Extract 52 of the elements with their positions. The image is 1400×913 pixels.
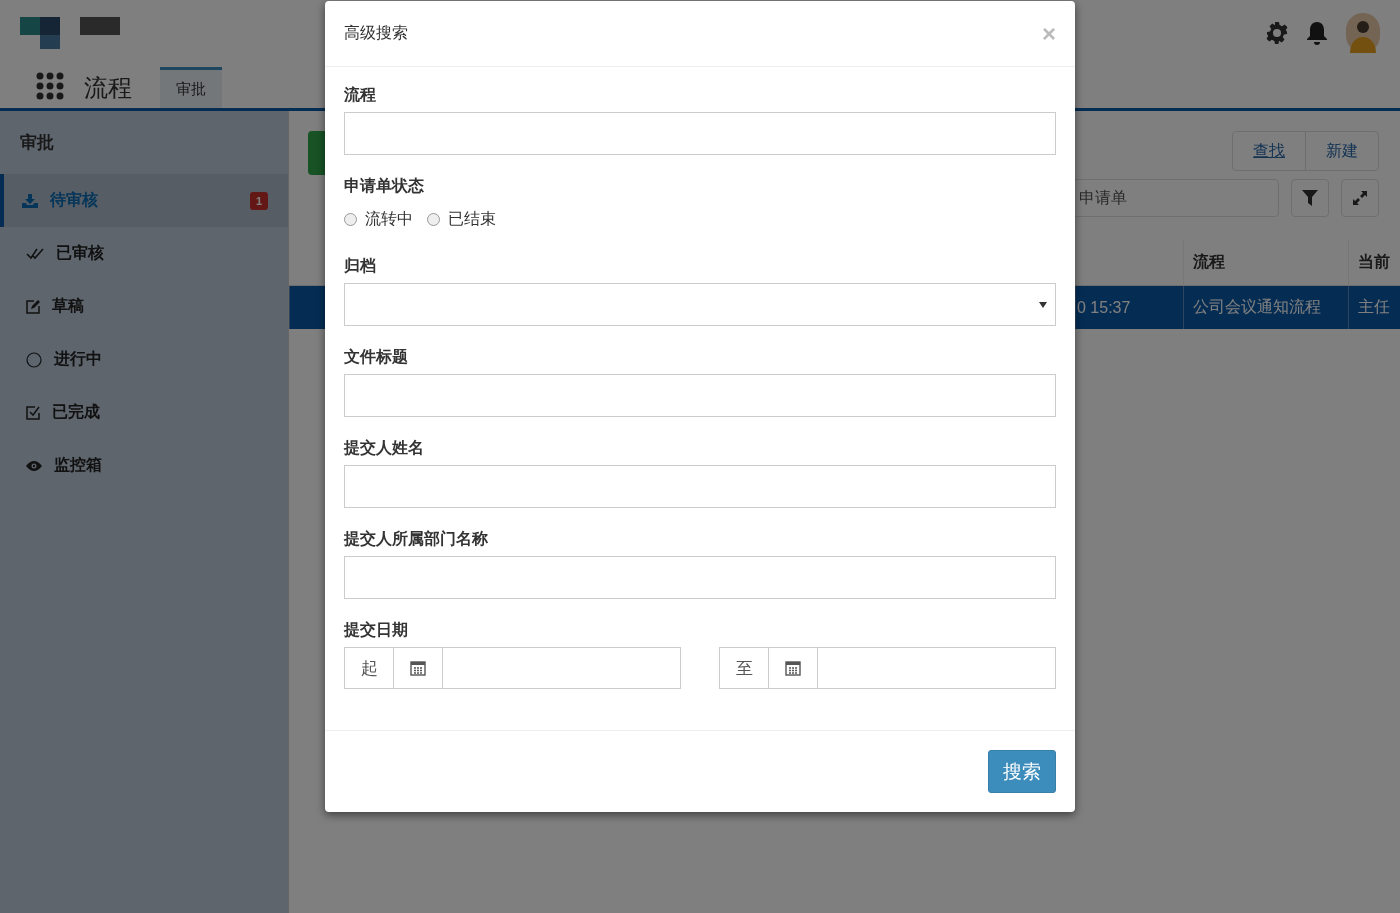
- select-field[interactable]: [344, 283, 1056, 326]
- bell-icon[interactable]: [1306, 20, 1328, 45]
- table-cell: 0 15:37: [1075, 286, 1183, 329]
- radio-option[interactable]: 流转中: [344, 208, 413, 230]
- search-button[interactable]: 搜索: [988, 750, 1056, 793]
- field-label: 归档: [344, 257, 377, 275]
- sidebar-item[interactable]: 已完成: [0, 386, 288, 439]
- field-label: 提交日期: [344, 621, 409, 639]
- filter-button[interactable]: [1291, 179, 1329, 217]
- count-badge: 1: [249, 191, 268, 210]
- table-cell: 主任: [1348, 286, 1400, 329]
- field-label: 流程: [344, 86, 377, 104]
- sidebar-item[interactable]: 进行中: [0, 333, 288, 386]
- dialog-title: 高级搜索: [344, 23, 409, 43]
- date-field[interactable]: 起: [344, 647, 681, 689]
- caret-icon: [1039, 301, 1047, 308]
- edit-icon: [26, 299, 40, 314]
- toolbar-button[interactable]: 查找: [1233, 132, 1305, 170]
- avatar[interactable]: [1346, 12, 1380, 53]
- sidebar-item[interactable]: 草稿: [0, 280, 288, 333]
- sidebar-item[interactable]: 监控箱: [0, 439, 288, 492]
- field-label: 提交人姓名: [344, 439, 425, 457]
- field-label: 文件标题: [344, 348, 409, 366]
- field-label: 提交人所属部门名称: [344, 530, 489, 548]
- apps-icon[interactable]: [36, 72, 64, 100]
- download-icon: [22, 193, 38, 208]
- close-button[interactable]: ×: [1042, 19, 1056, 48]
- settings-icon[interactable]: [1266, 21, 1288, 44]
- text-field[interactable]: [344, 374, 1056, 417]
- search-field[interactable]: 申请单: [1072, 179, 1279, 217]
- calendar-icon: [785, 660, 801, 676]
- expand-button[interactable]: [1341, 179, 1379, 217]
- eye-icon: [26, 460, 42, 471]
- sidebar-title: 审批: [19, 132, 55, 154]
- app-title: 流程: [84, 73, 132, 103]
- checkbox-icon: [26, 405, 40, 420]
- double-check-icon: [26, 247, 44, 260]
- field-label: 申请单状态: [344, 177, 425, 195]
- radio-option[interactable]: 已结束: [427, 208, 496, 230]
- text-field[interactable]: [344, 112, 1056, 155]
- nav-tab[interactable]: 审批: [160, 67, 222, 108]
- date-field[interactable]: 至: [719, 647, 1056, 689]
- calendar-icon: [410, 660, 426, 676]
- table-cell: 公司会议通知流程: [1183, 286, 1348, 329]
- text-field[interactable]: [344, 465, 1056, 508]
- text-field[interactable]: [344, 556, 1056, 599]
- toolbar-button[interactable]: 新建: [1305, 132, 1378, 170]
- sidebar-item[interactable]: 待审核 1: [0, 174, 288, 227]
- expand-icon: [1352, 190, 1368, 206]
- sidebar-item[interactable]: 已审核: [0, 227, 288, 280]
- filter-icon: [1302, 190, 1318, 206]
- circle-icon: [26, 351, 42, 368]
